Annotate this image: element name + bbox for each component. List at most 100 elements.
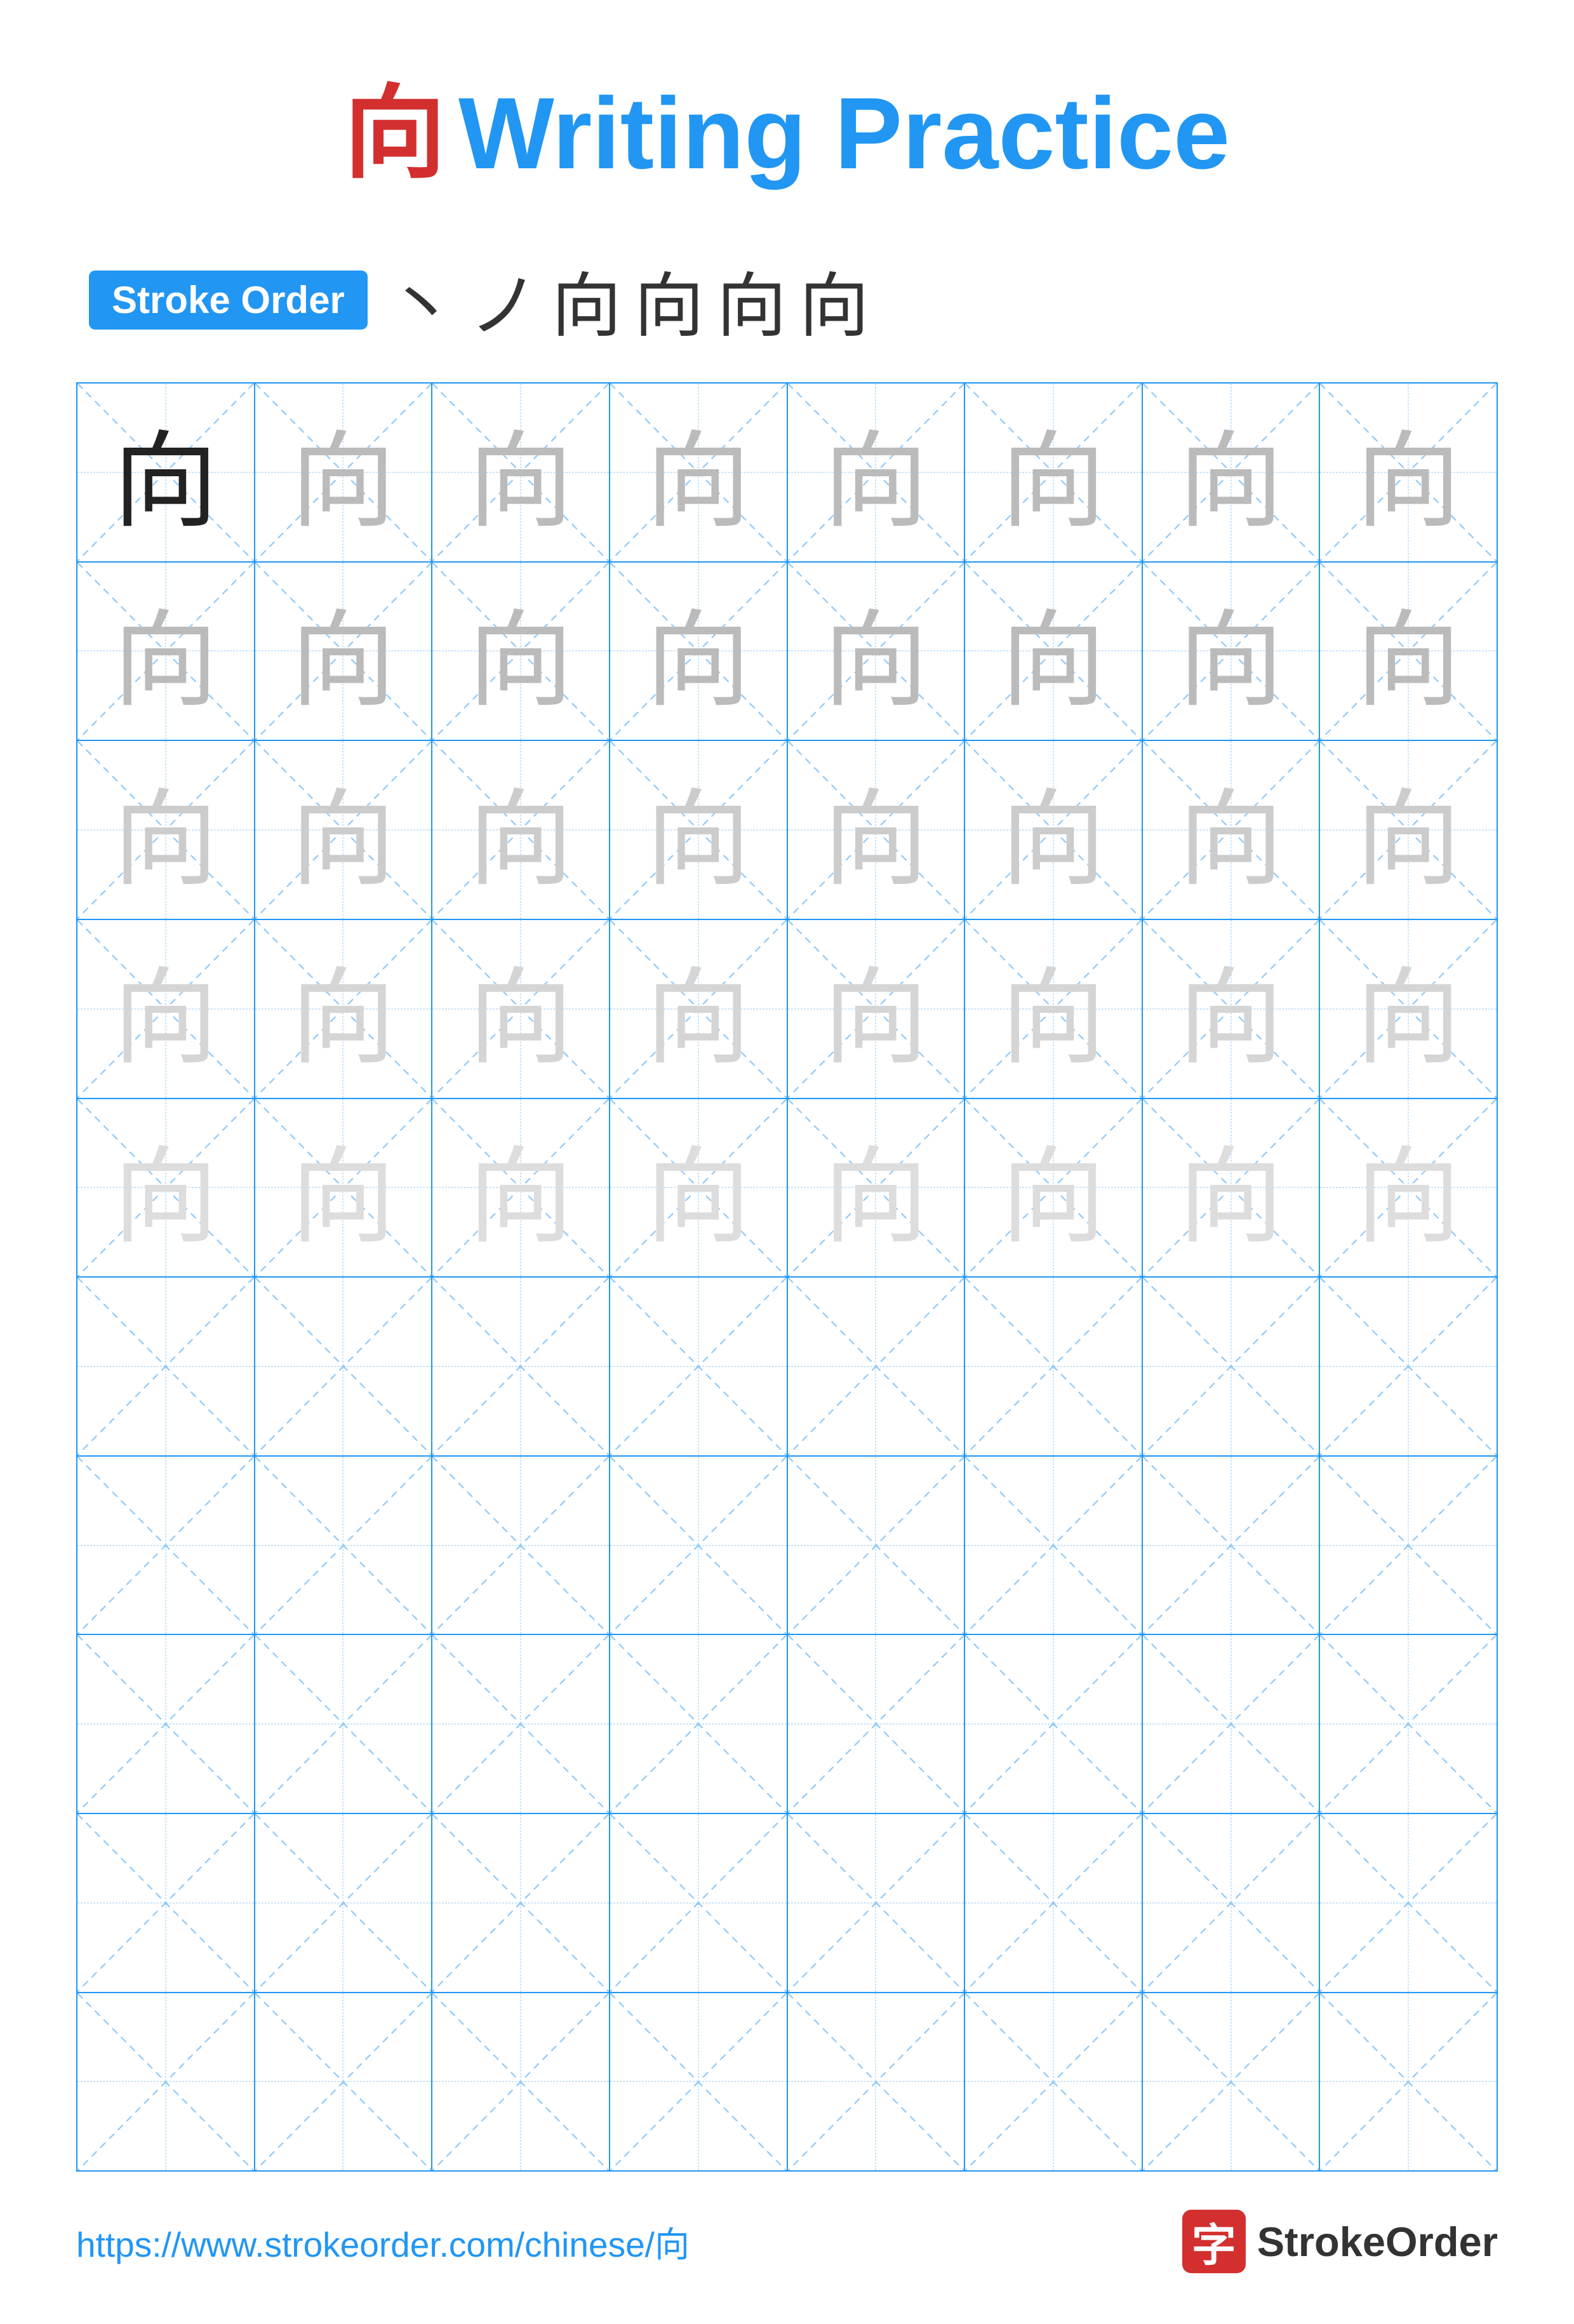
stroke-order-row: Stroke Order 丶 ノ 向 向 向 向 [76,249,876,351]
grid-cell[interactable] [255,1993,433,2171]
grid-cell[interactable]: 向 [1143,920,1321,1098]
grid-cell[interactable] [788,1814,966,1992]
grid-cell[interactable]: 向 [1320,563,1497,740]
cell-character: 向 [1178,396,1283,548]
grid-cell[interactable] [788,1993,966,2171]
grid-cell[interactable]: 向 [432,384,610,561]
grid-cell[interactable]: 向 [965,920,1143,1098]
grid-cell[interactable]: 向 [432,563,610,740]
grid-cell[interactable] [1143,1457,1321,1634]
grid-cell[interactable] [610,1278,788,1455]
grid-cell[interactable] [1143,1814,1321,1992]
grid-cell[interactable]: 向 [610,920,788,1098]
grid-cell[interactable] [788,1457,966,1634]
grid-cell[interactable] [965,1635,1143,1813]
stroke-sequence: 丶 ノ 向 向 向 向 [387,249,876,351]
grid-cell[interactable]: 向 [965,384,1143,561]
title-label: Writing Practice [458,76,1230,190]
grid-cell[interactable] [255,1814,433,1992]
stroke-3: 向 [552,249,628,351]
cell-character: 向 [113,933,218,1085]
grid-cell[interactable]: 向 [432,1099,610,1277]
cell-character: 向 [1001,1112,1105,1264]
grid-cell[interactable]: 向 [77,563,255,740]
grid-cell[interactable]: 向 [255,920,433,1098]
grid-cell[interactable]: 向 [1143,1099,1321,1277]
grid-cell[interactable]: 向 [965,1099,1143,1277]
grid-cell[interactable]: 向 [610,384,788,561]
grid-cell[interactable] [965,1278,1143,1455]
grid-cell[interactable]: 向 [255,563,433,740]
grid-cell[interactable] [610,1814,788,1992]
stroke-1: 丶 [387,249,463,351]
grid-cell[interactable] [255,1278,433,1455]
grid-cell[interactable] [432,1814,610,1992]
grid-cell[interactable]: 向 [788,563,966,740]
grid-cell[interactable] [1320,1814,1497,1992]
grid-cell[interactable] [610,1993,788,2171]
cell-character: 向 [469,396,573,548]
grid-cell[interactable]: 向 [788,384,966,561]
grid-cell[interactable] [610,1457,788,1634]
grid-row [77,1814,1497,1993]
grid-cell[interactable] [788,1278,966,1455]
grid-cell[interactable] [77,1814,255,1992]
grid-row: 向向向向向向向向 [77,920,1497,1099]
grid-cell[interactable]: 向 [965,741,1143,919]
grid-cell[interactable]: 向 [788,920,966,1098]
grid-row [77,1457,1497,1636]
footer-logo: 字 StrokeOrder [1182,2210,1498,2273]
grid-cell[interactable]: 向 [610,563,788,740]
grid-cell[interactable]: 向 [432,741,610,919]
grid-cell[interactable]: 向 [1320,741,1497,919]
grid-cell[interactable]: 向 [1143,563,1321,740]
grid-cell[interactable] [77,1457,255,1634]
grid-cell[interactable]: 向 [77,741,255,919]
grid-cell[interactable] [965,1814,1143,1992]
grid-cell[interactable]: 向 [1320,1099,1497,1277]
grid-cell[interactable] [432,1457,610,1634]
grid-cell[interactable] [432,1278,610,1455]
cell-character: 向 [469,575,573,727]
grid-cell[interactable]: 向 [1143,741,1321,919]
grid-cell[interactable] [432,1993,610,2171]
grid-row [77,1635,1497,1814]
grid-cell[interactable] [1143,1635,1321,1813]
grid-cell[interactable]: 向 [610,741,788,919]
grid-cell[interactable] [1320,1993,1497,2171]
grid-cell[interactable]: 向 [255,1099,433,1277]
footer-url[interactable]: https://www.strokeorder.com/chinese/向 [76,2216,690,2267]
grid-cell[interactable]: 向 [77,920,255,1098]
grid-cell[interactable]: 向 [1320,384,1497,561]
grid-cell[interactable] [255,1635,433,1813]
grid-row [77,1278,1497,1457]
grid-cell[interactable]: 向 [610,1099,788,1277]
grid-cell[interactable] [77,1278,255,1455]
cell-character: 向 [291,933,396,1085]
grid-cell[interactable]: 向 [1320,920,1497,1098]
grid-cell[interactable] [610,1635,788,1813]
grid-cell[interactable] [1320,1635,1497,1813]
grid-cell[interactable] [1320,1457,1497,1634]
grid-cell[interactable]: 向 [432,920,610,1098]
grid-cell[interactable]: 向 [255,384,433,561]
grid-cell[interactable]: 向 [788,741,966,919]
grid-cell[interactable]: 向 [77,384,255,561]
grid-cell[interactable] [965,1993,1143,2171]
grid-cell[interactable] [965,1457,1143,1634]
cell-character: 向 [1178,1112,1283,1264]
grid-cell[interactable]: 向 [965,563,1143,740]
grid-cell[interactable]: 向 [77,1099,255,1277]
grid-cell[interactable] [255,1457,433,1634]
grid-cell[interactable] [788,1635,966,1813]
grid-cell[interactable] [77,1635,255,1813]
grid-cell[interactable] [1143,1278,1321,1455]
grid-cell[interactable] [77,1993,255,2171]
grid-cell[interactable]: 向 [788,1099,966,1277]
grid-cell[interactable] [1320,1278,1497,1455]
practice-grid: 向向向向向向向向向向向向向向向向向向向向向向向向向向向向向向向向向向向向向向向向 [76,382,1498,2172]
grid-cell[interactable] [432,1635,610,1813]
grid-cell[interactable]: 向 [1143,384,1321,561]
grid-cell[interactable] [1143,1993,1321,2171]
grid-cell[interactable]: 向 [255,741,433,919]
